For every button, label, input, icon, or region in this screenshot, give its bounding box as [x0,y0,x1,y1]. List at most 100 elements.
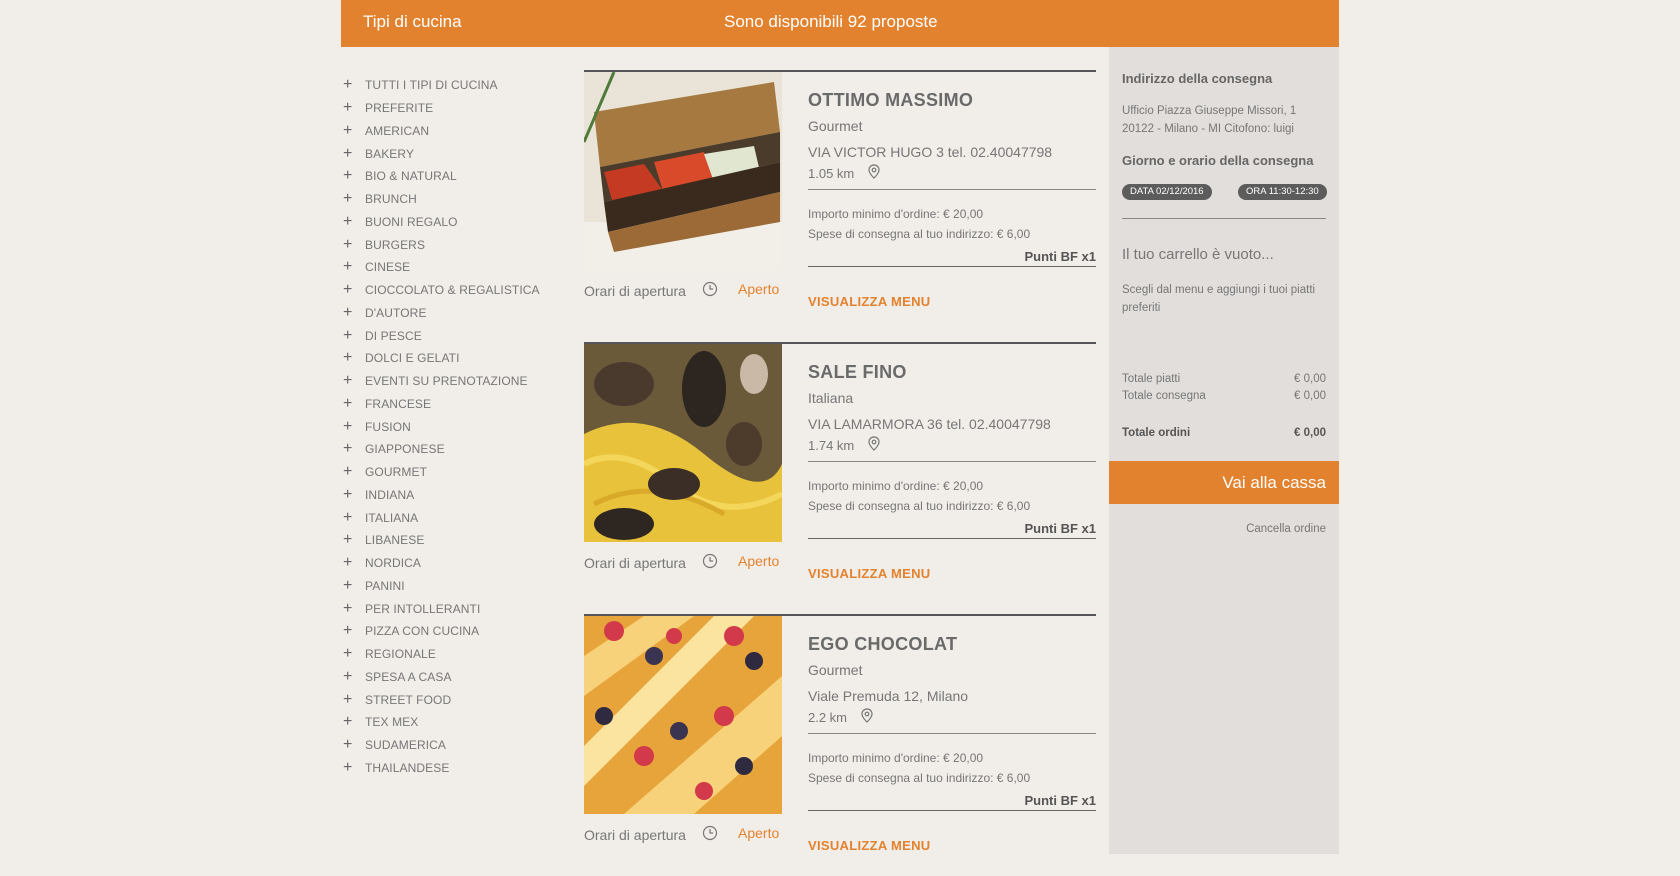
delivery-cost: Spese di consegna al tuo indirizzo: € 6,… [808,499,1031,513]
delivery-date-badge[interactable]: DATA 02/12/2016 [1122,184,1212,200]
category-item[interactable]: + NORDICA [341,552,561,575]
category-item[interactable]: + BAKERY [341,142,561,165]
category-item[interactable]: + FRANCESE [341,393,561,416]
category-label: SPESA A CASA [365,669,452,684]
category-item[interactable]: + AMERICAN [341,120,561,143]
category-item[interactable]: + PANINI [341,575,561,598]
category-label: PER INTOLLERANTI [365,601,481,616]
delivery-address-text: Ufficio Piazza Giuseppe Missori, 1 20122… [1122,105,1297,135]
category-item[interactable]: + GIAPPONESE [341,438,561,461]
map-pin-icon[interactable] [868,436,880,454]
category-label: INDIANA [365,487,415,502]
total-dishes-label: Totale piatti [1122,373,1181,385]
restaurant-image[interactable] [584,72,782,270]
category-label: NORDICA [365,556,422,571]
category-item[interactable]: + SUDAMERICA [341,734,561,757]
restaurant-name[interactable]: SALE FINO [808,362,907,383]
view-menu-link[interactable]: VISUALIZZA MENU [808,566,930,581]
category-item[interactable]: + ITALIANA [341,506,561,529]
card-separator [808,733,1096,734]
category-label: CIOCCOLATO & REGALISTICA [365,283,540,298]
cart-empty-title: Il tuo carrello è vuoto... [1122,246,1274,263]
category-item[interactable]: + STREET FOOD [341,688,561,711]
plus-icon: + [343,440,353,458]
panel-separator [1122,218,1326,219]
map-pin-icon[interactable] [868,164,880,182]
plus-icon: + [343,76,353,94]
restaurant-card: SALE FINO Italiana VIA LAMARMORA 36 tel.… [584,342,1096,604]
plus-icon: + [343,690,353,708]
minimum-order: Importo minimo d'ordine: € 20,00 [808,479,984,493]
total-delivery-row: Totale consegna € 0,00 [1122,390,1326,402]
plus-icon: + [343,349,353,367]
category-item[interactable]: + THAILANDESE [341,757,561,780]
restaurant-distance: 2.2 km [808,708,873,726]
restaurant-image[interactable] [584,344,782,542]
map-pin-icon[interactable] [861,708,873,726]
open-status: Aperto [738,825,780,841]
category-label: TEX MEX [365,715,419,730]
plus-icon: + [343,667,353,685]
category-label: EVENTI SU PRENOTAZIONE [365,374,528,389]
restaurant-address: Viale Premuda 12, Milano [808,688,969,704]
category-item[interactable]: + REGIONALE [341,643,561,666]
category-label: DOLCI E GELATI [365,351,460,366]
plus-icon: + [343,190,353,208]
category-item[interactable]: + GOURMET [341,461,561,484]
category-label: BURGERS [365,237,426,252]
category-item[interactable]: + TEX MEX [341,711,561,734]
category-item[interactable]: + DOLCI E GELATI [341,347,561,370]
category-item[interactable]: + BUONI REGALO [341,211,561,234]
plus-icon: + [343,758,353,776]
clock-icon [702,825,718,844]
category-item[interactable]: + BURGERS [341,233,561,256]
category-item[interactable]: + BIO & NATURAL [341,165,561,188]
category-item[interactable]: + D'AUTORE [341,302,561,325]
category-item[interactable]: + PER INTOLLERANTI [341,597,561,620]
restaurant-name[interactable]: OTTIMO MASSIMO [808,90,973,111]
category-item[interactable]: + EVENTI SU PRENOTAZIONE [341,370,561,393]
cancel-order-link[interactable]: Cancella ordine [1246,523,1326,535]
view-menu-link[interactable]: VISUALIZZA MENU [808,294,930,309]
opening-hours[interactable]: Orari di apertura [584,825,718,844]
category-label: BUONI REGALO [365,214,458,229]
category-label: FUSION [365,419,411,434]
restaurant-image[interactable] [584,616,782,814]
plus-icon: + [343,235,353,253]
category-label: D'AUTORE [365,305,427,320]
category-item[interactable]: + SPESA A CASA [341,666,561,689]
category-label: LIBANESE [365,533,425,548]
category-label: BIO & NATURAL [365,169,457,184]
card-separator [808,266,1096,267]
category-item[interactable]: + FUSION [341,415,561,438]
category-item[interactable]: + TUTTI I TIPI DI CUCINA [341,74,561,97]
points-badge: Punti BF x1 [1024,249,1096,264]
restaurant-address: VIA LAMARMORA 36 tel. 02.40047798 [808,416,1051,432]
category-label: BAKERY [365,146,415,161]
restaurant-name[interactable]: EGO CHOCOLAT [808,634,957,655]
category-item[interactable]: + BRUNCH [341,188,561,211]
plus-icon: + [343,508,353,526]
total-delivery-value: € 0,00 [1294,390,1326,402]
category-item[interactable]: + PIZZA CON CUCINA [341,620,561,643]
open-status: Aperto [738,553,780,569]
category-item[interactable]: + CINESE [341,256,561,279]
category-item[interactable]: + INDIANA [341,484,561,507]
restaurant-distance: 1.74 km [808,436,880,454]
cuisine-types-title: Tipi di cucina [363,12,462,31]
distance-value: 2.2 km [808,709,848,725]
opening-hours[interactable]: Orari di apertura [584,553,718,572]
card-divider [808,70,1096,72]
delivery-time-badge[interactable]: ORA 11:30-12:30 [1238,184,1327,200]
category-item[interactable]: + DI PESCE [341,324,561,347]
checkout-button[interactable]: Vai alla cassa [1109,461,1339,504]
opening-hours[interactable]: Orari di apertura [584,281,718,300]
plus-icon: + [343,326,353,344]
restaurant-address: VIA VICTOR HUGO 3 tel. 02.40047798 [808,144,1053,160]
category-item[interactable]: + CIOCCOLATO & REGALISTICA [341,279,561,302]
view-menu-link[interactable]: VISUALIZZA MENU [808,838,930,853]
category-item[interactable]: + LIBANESE [341,529,561,552]
plus-icon: + [343,554,353,572]
category-item[interactable]: + PREFERITE [341,97,561,120]
restaurant-cuisine: Gourmet [808,118,863,134]
